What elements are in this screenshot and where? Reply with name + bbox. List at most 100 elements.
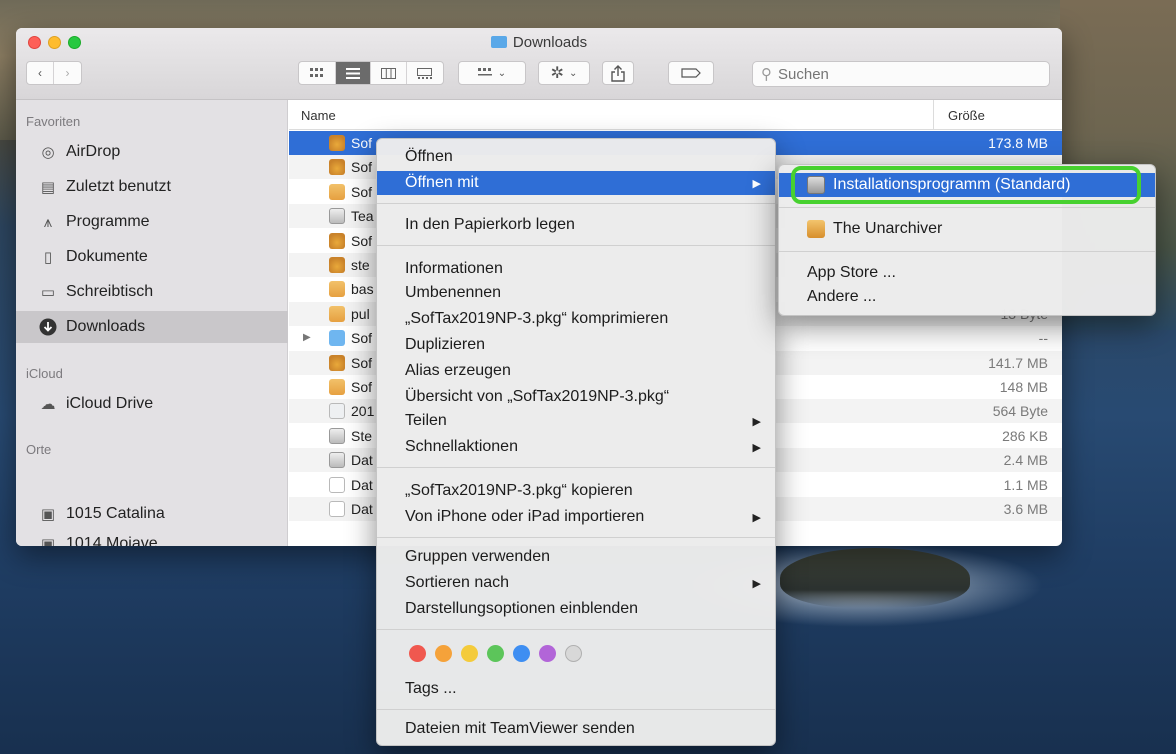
tag-colors bbox=[409, 645, 582, 662]
menu-separator bbox=[377, 709, 775, 710]
file-size: 148 MB bbox=[999, 379, 1048, 395]
tag-gray-swatch[interactable] bbox=[565, 645, 582, 662]
file-name: Sof bbox=[351, 354, 373, 371]
sidebar-item-airdrop[interactable]: ◎ AirDrop bbox=[16, 136, 288, 168]
menu-separator bbox=[377, 245, 775, 246]
file-size: 1.1 MB bbox=[1003, 476, 1048, 493]
desktop-wallpaper-islet bbox=[780, 548, 970, 608]
tag-red-swatch[interactable] bbox=[409, 645, 426, 662]
zip-file-icon bbox=[329, 183, 345, 200]
tag-blue-swatch[interactable] bbox=[513, 645, 530, 662]
view-mode-control bbox=[298, 61, 444, 85]
column-view-icon[interactable] bbox=[371, 62, 407, 84]
menu-item-tags[interactable]: Tags ... bbox=[377, 677, 775, 701]
forward-button[interactable]: › bbox=[54, 62, 81, 84]
menu-item-rename[interactable]: Umbenennen bbox=[377, 281, 775, 305]
sidebar-item-1015-catalina[interactable]: ▣ 1015 Catalina bbox=[16, 498, 288, 530]
menu-separator bbox=[377, 203, 775, 204]
file-name: Sof bbox=[351, 159, 373, 176]
menu-item-open-with[interactable]: Öffnen mit ▶ bbox=[377, 171, 775, 195]
submenu-item-other[interactable]: Andere ... bbox=[779, 285, 1155, 309]
menu-item-copy[interactable]: „SofTax2019NP-3.pkg“ kopieren bbox=[377, 479, 775, 503]
context-menu: Öffnen Öffnen mit ▶ In den Papierkorb leg… bbox=[376, 138, 776, 746]
share-button[interactable] bbox=[602, 61, 634, 85]
group-by-button[interactable]: ⌄ bbox=[458, 61, 526, 85]
recents-icon: ▤ bbox=[40, 179, 56, 196]
airdrop-icon: ◎ bbox=[41, 144, 55, 161]
search-field[interactable]: ⚲ bbox=[752, 61, 1050, 87]
submenu-arrow-icon: ▶ bbox=[752, 441, 761, 454]
file-size: 3.6 MB bbox=[1003, 501, 1048, 517]
submenu-item-unarchiver[interactable]: The Unarchiver bbox=[779, 217, 1155, 241]
disk-icon: ▣ bbox=[40, 536, 56, 546]
menu-separator bbox=[377, 629, 775, 630]
sidebar-section-favorites: Favoriten bbox=[26, 114, 81, 129]
disclosure-triangle-icon[interactable]: ▶ bbox=[303, 332, 311, 343]
sidebar-item-desktop[interactable]: ▭ Schreibtisch bbox=[16, 276, 288, 308]
menu-item-get-info[interactable]: Informationen bbox=[377, 257, 775, 281]
column-header-size[interactable]: Größe bbox=[933, 100, 1062, 130]
sidebar-item-1014-mojave[interactable]: ▣ 1014 Mojave bbox=[16, 528, 288, 546]
action-button[interactable]: ✲ ⌄ bbox=[538, 61, 590, 85]
documents-icon: ▯ bbox=[43, 249, 53, 266]
menu-item-import-from-iphone[interactable]: Von iPhone oder iPad importieren ▶ bbox=[377, 505, 775, 529]
tags-button[interactable] bbox=[668, 61, 714, 85]
highlight-frame bbox=[791, 166, 1141, 204]
search-input[interactable] bbox=[778, 65, 1028, 83]
file-name: pul bbox=[351, 305, 370, 322]
app-file-icon bbox=[329, 452, 345, 469]
desktop-icon: ▭ bbox=[40, 284, 56, 301]
sidebar-item-applications[interactable]: ⩚ Programme bbox=[16, 206, 288, 238]
file-name: Sof bbox=[351, 232, 373, 249]
gallery-view-icon[interactable] bbox=[407, 62, 443, 84]
tag-yellow-swatch[interactable] bbox=[461, 645, 478, 662]
menu-item-open[interactable]: Öffnen bbox=[377, 145, 775, 169]
file-name: 201 bbox=[351, 403, 375, 420]
menu-item-quick-actions[interactable]: Schnellaktionen ▶ bbox=[377, 435, 775, 459]
sidebar-item-icloud-drive[interactable]: ☁ iCloud Drive bbox=[16, 388, 288, 420]
file-name: Dat bbox=[351, 476, 373, 493]
navigation-buttons: ‹ › bbox=[26, 61, 82, 85]
menu-item-compress[interactable]: „SofTax2019NP-3.pkg“ komprimieren bbox=[377, 307, 775, 331]
menu-item-sort-by[interactable]: Sortieren nach ▶ bbox=[377, 571, 775, 595]
file-name: Dat bbox=[351, 501, 373, 517]
file-name: Ste bbox=[351, 427, 373, 444]
menu-item-use-groups[interactable]: Gruppen verwenden bbox=[377, 545, 775, 569]
file-size: -- bbox=[1038, 330, 1048, 347]
pkg-file-icon bbox=[329, 159, 345, 176]
menu-item-duplicate[interactable]: Duplizieren bbox=[377, 333, 775, 357]
tag-orange-swatch[interactable] bbox=[435, 645, 452, 662]
file-name: Sof bbox=[351, 330, 373, 347]
menu-item-share[interactable]: Teilen ▶ bbox=[377, 409, 775, 433]
menu-item-quick-look[interactable]: Übersicht von „SofTax2019NP-3.pkg“ bbox=[377, 385, 775, 409]
list-header: Name Größe bbox=[289, 100, 1062, 130]
list-view-icon[interactable] bbox=[335, 62, 372, 84]
sidebar-item-documents[interactable]: ▯ Dokumente bbox=[16, 241, 288, 273]
pkg-file-icon bbox=[329, 232, 345, 249]
sidebar-item-downloads[interactable]: Downloads bbox=[16, 311, 288, 343]
chevron-down-icon: ⌄ bbox=[497, 67, 507, 79]
sidebar-item-recents[interactable]: ▤ Zuletzt benutzt bbox=[16, 171, 288, 203]
disk-icon: ▣ bbox=[40, 506, 56, 523]
menu-separator bbox=[377, 537, 775, 538]
file-name: ste bbox=[351, 257, 370, 273]
app-file-icon bbox=[329, 427, 345, 444]
tag-purple-swatch[interactable] bbox=[539, 645, 556, 662]
submenu-item-app-store[interactable]: App Store ... bbox=[779, 261, 1155, 285]
file-name: Dat bbox=[351, 452, 373, 469]
submenu-arrow-icon: ▶ bbox=[752, 511, 761, 524]
tag-green-swatch[interactable] bbox=[487, 645, 504, 662]
cloud-icon: ☁ bbox=[40, 396, 56, 413]
icon-view-icon[interactable] bbox=[299, 62, 336, 84]
file-name: Sof bbox=[351, 135, 373, 151]
back-button[interactable]: ‹ bbox=[27, 62, 55, 84]
column-header-name[interactable]: Name bbox=[301, 108, 336, 123]
menu-item-make-alias[interactable]: Alias erzeugen bbox=[377, 359, 775, 383]
zip-file-icon bbox=[329, 305, 345, 322]
menu-item-move-to-trash[interactable]: In den Papierkorb legen bbox=[377, 213, 775, 237]
search-icon: ⚲ bbox=[761, 66, 772, 83]
submenu-arrow-icon: ▶ bbox=[752, 177, 761, 190]
menu-separator bbox=[377, 467, 775, 468]
menu-item-teamviewer-send[interactable]: Dateien mit TeamViewer senden bbox=[377, 717, 775, 741]
menu-item-show-view-options[interactable]: Darstellungsoptionen einblenden bbox=[377, 597, 775, 621]
